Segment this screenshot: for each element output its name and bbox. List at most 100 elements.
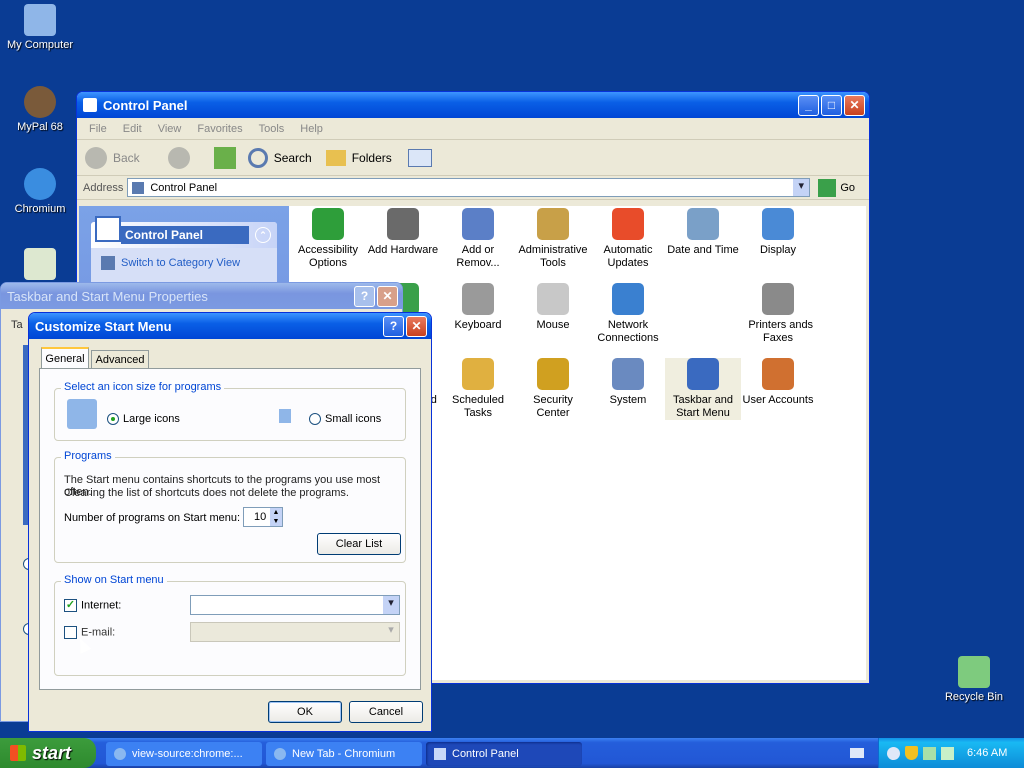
control-panel-item[interactable]: Date and Time: [665, 208, 741, 257]
menu-favorites[interactable]: Favorites: [189, 123, 250, 135]
folders-icon[interactable]: [325, 149, 346, 166]
control-panel-item-icon: [762, 208, 794, 240]
chevron-down-icon[interactable]: ▾: [383, 596, 399, 614]
small-icons-radio[interactable]: Small icons: [309, 413, 381, 426]
back-icon[interactable]: [85, 146, 107, 169]
control-panel-item[interactable]: Administrative Tools: [515, 208, 591, 270]
desktop-icon-chromium[interactable]: Chromium: [0, 168, 80, 215]
control-panel-small-icon: [132, 181, 145, 194]
desktop-icon-mypal[interactable]: MyPal 68: [0, 86, 80, 133]
show-on-start-menu-group: Show on Start menu ✓ Internet: ▾ E-mail: …: [54, 574, 406, 676]
control-panel-item[interactable]: Mouse: [515, 283, 591, 332]
control-panel-badge-icon: [95, 216, 121, 242]
close-button[interactable]: ✕: [844, 94, 865, 116]
task-view-source[interactable]: view-source:chrome:...: [106, 742, 262, 766]
task-new-tab[interactable]: New Tab - Chromium: [266, 742, 422, 766]
tab-advanced[interactable]: Advanced: [91, 350, 149, 369]
task-control-panel[interactable]: Control Panel: [426, 742, 582, 766]
taskbar-properties-titlebar[interactable]: Taskbar and Start Menu Properties ? ✕: [1, 283, 402, 309]
control-panel-item[interactable]: Automatic Updates: [590, 208, 666, 270]
taskbar-tab[interactable]: Ta: [11, 319, 23, 331]
spin-arrows-icon[interactable]: ▲ ▼: [270, 508, 282, 526]
control-panel-item-icon: [687, 208, 719, 240]
control-panel-item[interactable]: Taskbar and Start Menu: [665, 358, 741, 420]
address-input[interactable]: Control Panel ▾: [127, 178, 811, 197]
control-panel-item[interactable]: Scheduled Tasks: [440, 358, 516, 420]
internet-checkbox[interactable]: ✓ Internet:: [64, 599, 121, 612]
menu-view[interactable]: View: [150, 123, 190, 135]
control-panel-item[interactable]: Printers and Faxes: [740, 283, 816, 345]
desktop-icon-my-computer[interactable]: My Computer: [0, 4, 80, 51]
menu-help[interactable]: Help: [292, 123, 331, 135]
tray-icon-2[interactable]: [923, 746, 936, 760]
control-panel-item[interactable]: System: [590, 358, 666, 407]
windows-logo-icon: [10, 745, 26, 761]
desktop-icon-recycle-bin[interactable]: Recycle Bin: [934, 656, 1014, 703]
small-icons-icon: [279, 409, 291, 423]
control-panel-item[interactable]: Add or Remov...: [440, 208, 516, 270]
tray-icon-1[interactable]: [887, 746, 900, 760]
control-panel-titlebar[interactable]: Control Panel _ □ ✕: [77, 92, 869, 118]
back-button[interactable]: Back: [113, 151, 140, 165]
folders-button[interactable]: Folders: [352, 151, 392, 165]
internet-browser-select[interactable]: ▾: [190, 595, 400, 615]
programs-count-stepper[interactable]: 10 ▲ ▼: [243, 507, 283, 527]
close-button[interactable]: ✕: [406, 315, 427, 337]
customize-titlebar[interactable]: Customize Start Menu ? ✕: [29, 313, 431, 339]
control-panel-item-icon: [537, 208, 569, 240]
tab-general[interactable]: General: [41, 347, 89, 369]
control-panel-item[interactable]: User Accounts: [740, 358, 816, 407]
up-folder-icon[interactable]: [213, 146, 236, 169]
chromium-small-icon: [274, 748, 286, 760]
clear-list-button[interactable]: Clear List: [317, 533, 401, 555]
control-panel-item-icon: [462, 358, 494, 390]
control-panel-item-icon: [537, 358, 569, 390]
menu-file[interactable]: File: [81, 123, 115, 135]
menu-bar: File Edit View Favorites Tools Help: [77, 118, 869, 140]
switch-view-link[interactable]: Switch to Category View: [91, 248, 277, 278]
control-panel-item[interactable]: Accessibility Options: [290, 208, 366, 270]
help-button[interactable]: ?: [354, 285, 375, 307]
keyboard-icon[interactable]: [850, 748, 864, 758]
minimize-button[interactable]: _: [798, 94, 819, 116]
control-panel-item[interactable]: Add Hardware: [365, 208, 441, 257]
start-button[interactable]: start: [0, 738, 96, 768]
control-panel-item-icon: [462, 283, 494, 315]
large-icons-radio[interactable]: Large icons: [107, 413, 180, 426]
menu-edit[interactable]: Edit: [115, 123, 150, 135]
icon-size-group: Select an icon size for programs Large i…: [54, 381, 406, 441]
maximize-button[interactable]: □: [821, 94, 842, 116]
customize-start-menu-dialog: Customize Start Menu ? ✕ General Advance…: [28, 312, 432, 732]
ok-button[interactable]: OK: [268, 701, 342, 723]
control-panel-item-icon: [687, 358, 719, 390]
search-icon[interactable]: [247, 147, 268, 168]
network-icon[interactable]: [941, 746, 954, 760]
application-icon: [24, 248, 56, 280]
security-shield-icon[interactable]: [905, 746, 918, 760]
control-panel-item-icon: [537, 283, 569, 315]
control-panel-item[interactable]: Network Connections: [590, 283, 666, 345]
go-button[interactable]: Go: [840, 182, 855, 194]
programs-group: Programs The Start menu contains shortcu…: [54, 450, 406, 563]
go-icon[interactable]: [818, 178, 837, 197]
email-checkbox[interactable]: E-mail:: [64, 626, 115, 639]
control-panel-small-icon: [434, 748, 446, 760]
clock[interactable]: 6:46 AM: [967, 747, 1007, 759]
cancel-button[interactable]: Cancel: [349, 701, 423, 723]
menu-tools[interactable]: Tools: [251, 123, 293, 135]
collapse-icon[interactable]: ⌃: [255, 227, 271, 243]
search-button[interactable]: Search: [274, 151, 312, 165]
help-button[interactable]: ?: [383, 315, 404, 337]
control-panel-item[interactable]: Display: [740, 208, 816, 257]
control-panel-item[interactable]: Security Center: [515, 358, 591, 420]
close-button[interactable]: ✕: [377, 285, 398, 307]
desktop-icon-unknown[interactable]: [0, 248, 80, 283]
control-panel-item[interactable]: Keyboard: [440, 283, 516, 332]
side-panel-box: Control Panel ⌃ Switch to Category View: [91, 216, 277, 282]
chromium-icon: [24, 168, 56, 200]
forward-icon[interactable]: [167, 146, 190, 169]
views-icon[interactable]: [407, 148, 432, 167]
email-client-select: ▾: [190, 622, 400, 642]
control-panel-item-icon: [762, 283, 794, 315]
address-dropdown-icon[interactable]: ▾: [793, 179, 810, 196]
